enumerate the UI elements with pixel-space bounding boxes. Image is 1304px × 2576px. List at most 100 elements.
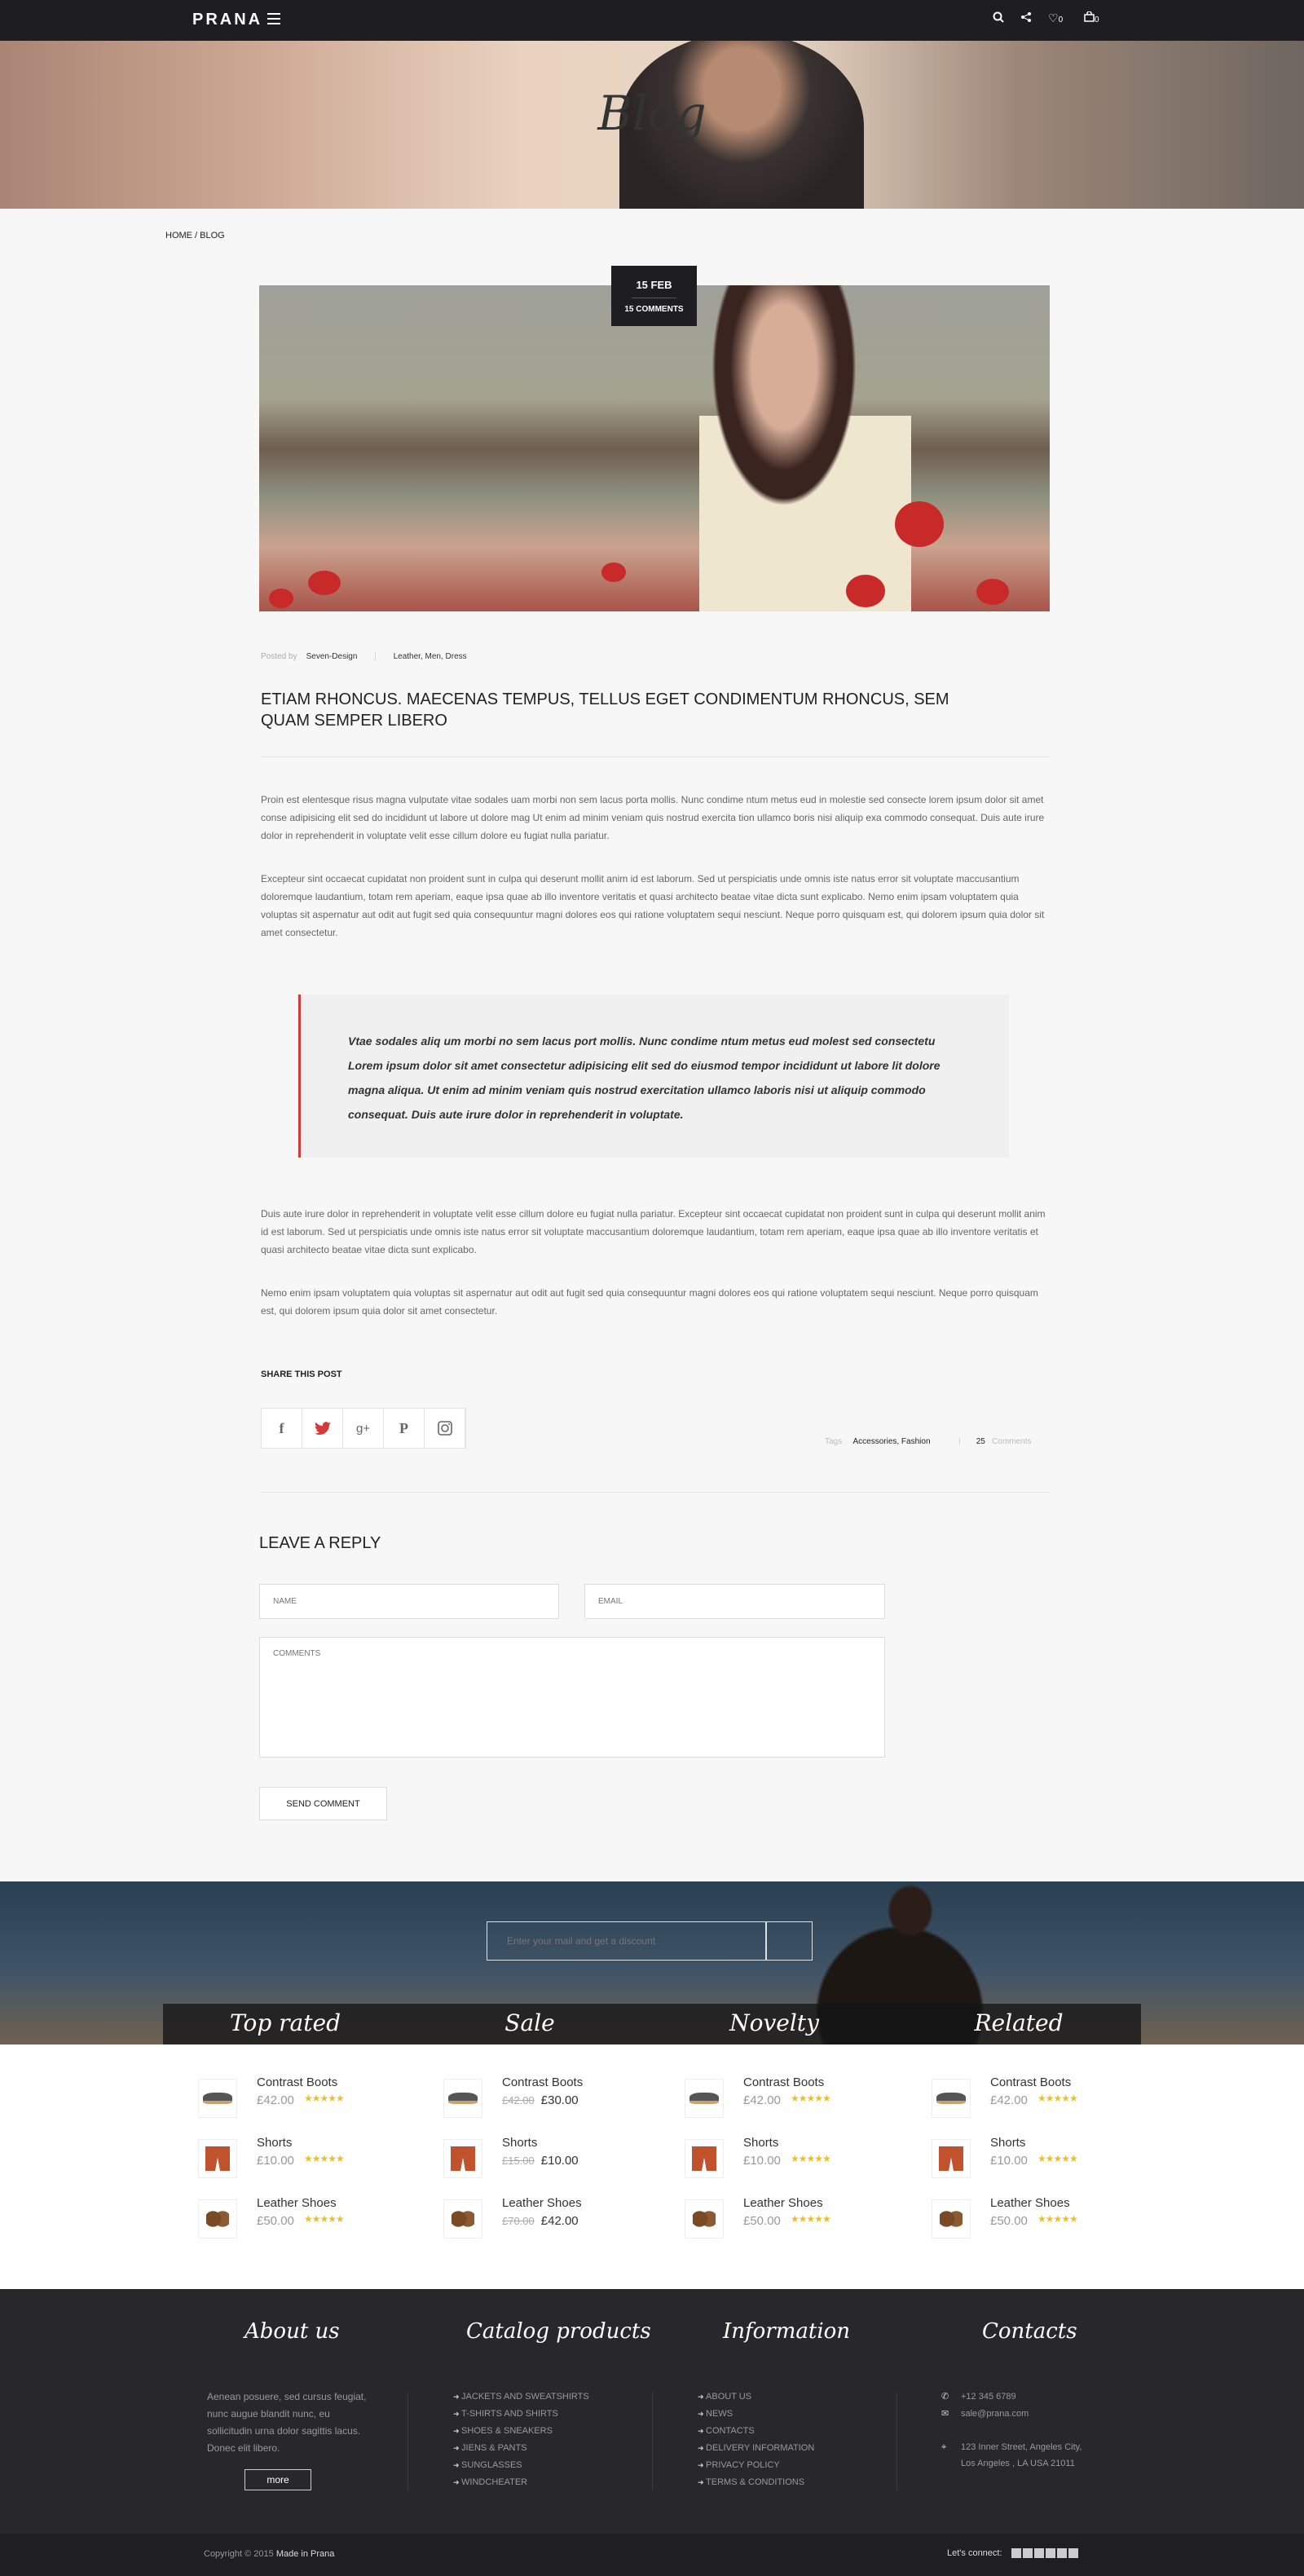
shoe-icon (452, 2203, 474, 2234)
product-thumbnail[interactable] (685, 2139, 724, 2178)
newsletter-email-input[interactable] (487, 1921, 766, 1961)
product-thumbnail[interactable] (932, 2079, 971, 2118)
footer-link[interactable]: SUNGLASSES (453, 2457, 589, 2474)
footer-link[interactable]: T-SHIRTS AND SHIRTS (453, 2406, 589, 2423)
comments-word[interactable]: Comments (992, 1437, 1031, 1446)
product-name[interactable]: Contrast Boots (502, 2075, 583, 2089)
product-name[interactable]: Contrast Boots (990, 2075, 1071, 2089)
product-current-price: £42.00 (990, 2093, 1028, 2107)
footer-link[interactable]: DELIVERY INFORMATION (698, 2440, 814, 2457)
footer-link[interactable]: TERMS & CONDITIONS (698, 2474, 814, 2491)
contact-email[interactable]: ✉ sale@prana.com (941, 2406, 1029, 2422)
breadcrumb[interactable]: HOME / BLOG (165, 231, 225, 240)
product-current-price: £10.00 (990, 2154, 1028, 2168)
product-item[interactable]: Leather Shoes £50.00 ★★★★★ (198, 2191, 385, 2252)
product-item[interactable]: Contrast Boots £42.00 ★★★★★ (198, 2071, 385, 2131)
facebook-icon[interactable] (1011, 2548, 1021, 2559)
cart-bag-icon[interactable]: 0 (1084, 11, 1099, 24)
hero-banner: Blog (0, 41, 1304, 209)
product-thumbnail[interactable] (198, 2139, 237, 2178)
twitter-icon[interactable] (302, 1409, 343, 1448)
footer-link[interactable]: ABOUT US (698, 2389, 814, 2406)
rating-stars-icon: ★★★★★ (791, 2213, 831, 2225)
product-name[interactable]: Shorts (990, 2136, 1025, 2150)
name-field[interactable] (259, 1584, 559, 1619)
product-current-price: £50.00 (990, 2214, 1028, 2228)
product-current-price: £10.00 (540, 2154, 579, 2168)
tab-top-rated[interactable]: Top rated (163, 2004, 408, 2044)
tab-sale[interactable]: Sale (408, 2004, 652, 2044)
site-logo[interactable]: PRANA (192, 11, 262, 29)
pinterest-icon[interactable] (1056, 2548, 1067, 2559)
twitter-icon[interactable] (1022, 2548, 1033, 2559)
product-name[interactable]: Leather Shoes (743, 2196, 823, 2210)
contact-phone[interactable]: ✆ +12 345 6789 (941, 2389, 1016, 2405)
footer-link[interactable]: SHOES & SNEAKERS (453, 2423, 589, 2440)
product-thumbnail[interactable] (685, 2079, 724, 2118)
made-in-link[interactable]: Made in Prana (276, 2549, 335, 2559)
copyright: Copyright © 2015 Made in Prana (204, 2549, 334, 2559)
footer-link[interactable]: WINDCHEATER (453, 2474, 589, 2491)
footer-link[interactable]: PRIVACY POLICY (698, 2457, 814, 2474)
product-name[interactable]: Shorts (743, 2136, 778, 2150)
instagram-icon[interactable] (1068, 2548, 1078, 2559)
product-item[interactable]: Leather Shoes £50.00 ★★★★★ (932, 2191, 1119, 2252)
product-item[interactable]: Shorts £10.00 ★★★★★ (932, 2131, 1119, 2191)
product-item[interactable]: Contrast Boots £42.00 £30.00 (443, 2071, 631, 2131)
product-name[interactable]: Leather Shoes (257, 2196, 337, 2210)
tab-related[interactable]: Related (896, 2004, 1141, 2044)
wishlist-heart-icon[interactable]: ♡0 (1048, 11, 1063, 25)
product-item[interactable]: Leather Shoes £50.00 ★★★★★ (685, 2191, 872, 2252)
hamburger-menu-icon[interactable] (267, 13, 280, 24)
search-icon[interactable] (993, 11, 1004, 25)
footer-link[interactable]: CONTACTS (698, 2423, 814, 2440)
share-icon[interactable] (1020, 11, 1032, 25)
product-thumbnail[interactable] (932, 2199, 971, 2239)
product-thumbnail[interactable] (443, 2079, 482, 2118)
product-price: £42.00 £30.00 (502, 2093, 579, 2107)
product-name[interactable]: Shorts (257, 2136, 292, 2150)
post-author[interactable]: Seven-Design (306, 652, 358, 661)
newsletter-submit-button[interactable] (766, 1921, 813, 1961)
post-comment-count[interactable]: 15 COMMENTS (611, 305, 697, 314)
footer-link[interactable]: JACKETS AND SWEATSHIRTS (453, 2389, 589, 2406)
send-comment-button[interactable]: SEND COMMENT (259, 1787, 387, 1820)
product-thumbnail[interactable] (443, 2139, 482, 2178)
posted-by-label: Posted by (261, 652, 297, 661)
instagram-icon[interactable] (425, 1409, 465, 1448)
copyright-text: Copyright © 2015 (204, 2549, 274, 2559)
product-thumbnail[interactable] (932, 2139, 971, 2178)
product-item[interactable]: Shorts £10.00 ★★★★★ (685, 2131, 872, 2191)
facebook-icon[interactable]: f (262, 1409, 302, 1448)
product-name[interactable]: Shorts (502, 2136, 537, 2150)
vimeo-icon[interactable] (1033, 2548, 1044, 2559)
footer-link[interactable]: JIENS & PANTS (453, 2440, 589, 2457)
product-name[interactable]: Contrast Boots (257, 2075, 337, 2089)
post-categories[interactable]: Leather, Men, Dress (394, 652, 467, 661)
post-title: ETIAM RHONCUS. MAECENAS TEMPUS, TELLUS E… (261, 690, 949, 730)
tags-label: Tags (825, 1437, 843, 1446)
google-plus-icon[interactable]: g+ (343, 1409, 384, 1448)
product-item[interactable]: Leather Shoes £70.00 £42.00 (443, 2191, 631, 2252)
product-item[interactable]: Shorts £15.00 £10.00 (443, 2131, 631, 2191)
product-item[interactable]: Shorts £10.00 ★★★★★ (198, 2131, 385, 2191)
product-item[interactable]: Contrast Boots £42.00 ★★★★★ (932, 2071, 1119, 2131)
tags-list[interactable]: Accessories, Fashion (852, 1437, 930, 1446)
email-field[interactable] (584, 1584, 885, 1619)
footer-link[interactable]: NEWS (698, 2406, 814, 2423)
comments-textarea[interactable] (259, 1637, 885, 1758)
pinterest-icon[interactable]: P (384, 1409, 425, 1448)
product-thumbnail[interactable] (443, 2199, 482, 2239)
footer-about-title: About us (244, 2319, 340, 2344)
product-thumbnail[interactable] (198, 2079, 237, 2118)
google-plus-icon[interactable] (1045, 2548, 1055, 2559)
product-thumbnail[interactable] (685, 2199, 724, 2239)
product-name[interactable]: Leather Shoes (502, 2196, 582, 2210)
product-item[interactable]: Contrast Boots £42.00 ★★★★★ (685, 2071, 872, 2131)
more-button[interactable]: more (244, 2469, 311, 2490)
product-thumbnail[interactable] (198, 2199, 237, 2239)
tab-novelty[interactable]: Novelty (652, 2004, 896, 2044)
product-name[interactable]: Leather Shoes (990, 2196, 1070, 2210)
product-price: £42.00 (990, 2093, 1028, 2107)
product-name[interactable]: Contrast Boots (743, 2075, 824, 2089)
